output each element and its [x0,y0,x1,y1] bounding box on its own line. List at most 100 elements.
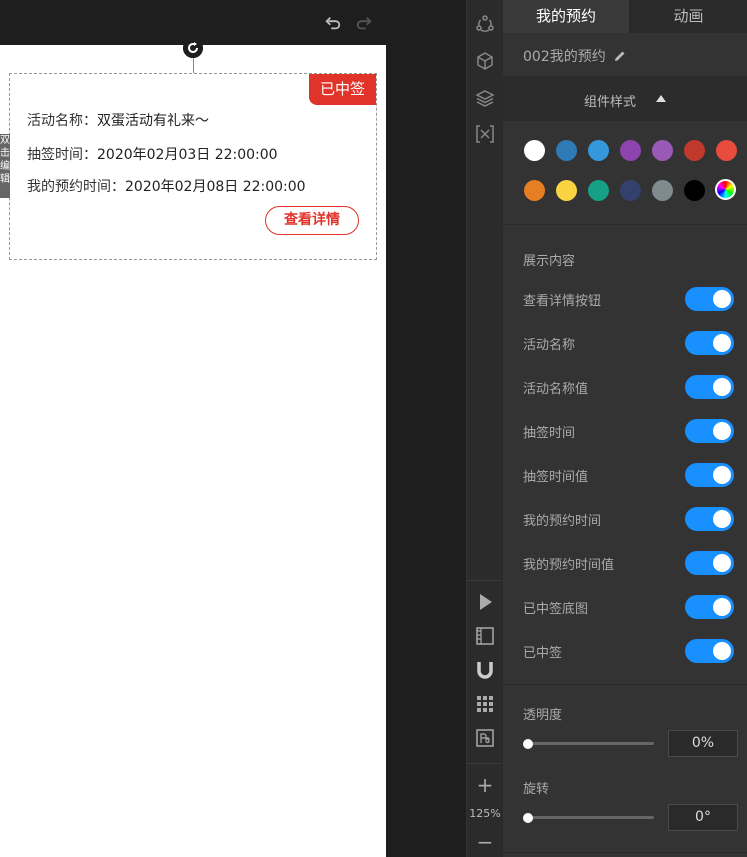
double-click-edit-tag[interactable]: 双击编辑 [0,134,10,198]
toggle-row-detail-button: 查看详情按钮 [503,278,747,322]
undo-icon[interactable] [324,14,342,32]
toggle-knob [713,422,731,440]
toggle-switch[interactable] [685,639,734,663]
share-icon[interactable] [475,14,495,34]
toggle-switch[interactable] [685,287,734,311]
layers-icon[interactable] [475,88,495,108]
toggle-label: 抽签时间值 [523,470,589,485]
toggle-label: 查看详情按钮 [523,294,602,309]
toggle-row-won-background: 已中签底图 [503,586,747,630]
toggle-label: 活动名称值 [523,382,589,397]
toggle-row-activity-name-value: 活动名称值 [503,366,747,410]
rotation-label: 旋转 [523,782,550,797]
component-style-label: 组件样式 [584,95,637,110]
rotation-slider[interactable] [528,816,654,819]
toggle-switch[interactable] [685,595,734,619]
variable-icon[interactable] [475,124,495,144]
rotation-slider-thumb[interactable] [523,813,533,823]
canvas-area: 已中签 活动名称：双蛋活动有礼来～ 抽签时间：2020年02月03日 22:00… [0,0,466,857]
toggle-label: 已中签 [523,646,563,661]
component-name-row: 002我的预约 [503,33,747,77]
toggle-switch[interactable] [685,551,734,575]
toggle-knob [713,554,731,572]
reservation-time-label: 我的预约时间： [27,179,125,195]
toolbar-divider [467,763,503,764]
toggle-row-reservation-time-value: 我的预约时间值 [503,542,747,586]
phone-canvas[interactable]: 已中签 活动名称：双蛋活动有礼来～ 抽签时间：2020年02月03日 22:00… [0,45,386,857]
toggle-knob [713,290,731,308]
zoom-out-button[interactable]: − [467,830,503,854]
toggle-switch[interactable] [685,507,734,531]
toggle-row-reservation-time: 我的预约时间 [503,498,747,542]
toggle-label: 我的预约时间 [523,514,602,529]
toggle-knob [713,598,731,616]
toggle-label: 已中签底图 [523,602,589,617]
toggle-label: 我的预约时间值 [523,558,615,573]
component-style-section-header[interactable]: 组件样式 [503,77,747,121]
toggle-label: 抽签时间 [523,426,576,441]
toggle-row-draw-time: 抽签时间 [503,410,747,454]
rotation-value[interactable]: 0° [668,804,738,831]
panel-tabs: 我的预约 动画 [503,0,747,33]
color-swatch[interactable] [556,180,577,201]
color-swatch[interactable] [684,180,705,201]
color-swatch[interactable] [524,180,545,201]
draw-time-label: 抽签时间： [27,147,97,163]
reservation-card[interactable]: 已中签 活动名称：双蛋活动有礼来～ 抽签时间：2020年02月03日 22:00… [9,73,377,260]
pencil-icon[interactable] [613,48,627,62]
color-swatch[interactable] [652,180,673,201]
tab-my-reservation[interactable]: 我的预约 [503,0,629,33]
activity-name-value: 双蛋活动有礼来～ [97,113,209,129]
view-detail-button[interactable]: 查看详情 [265,206,359,235]
draw-time-row: 抽签时间：2020年02月03日 22:00:00 [27,144,278,164]
toggle-knob [713,466,731,484]
draw-time-value: 2020年02月03日 22:00:00 [97,147,278,163]
color-swatch[interactable] [684,140,705,161]
tab-animation[interactable]: 动画 [629,0,747,33]
component-box-icon[interactable] [475,51,495,71]
reservation-time-row: 我的预约时间：2020年02月08日 22:00:00 [27,176,306,196]
color-swatch[interactable] [620,140,641,161]
redo-icon[interactable] [355,14,373,32]
reservation-time-value: 2020年02月08日 22:00:00 [125,179,306,195]
rotate-handle-icon[interactable] [183,38,203,58]
toggle-knob [713,334,731,352]
activity-name-label: 活动名称： [27,113,97,129]
properties-panel: 我的预约 动画 002我的预约 组件样式 展示内容 查看详情按钮 活动名称 活动… [502,0,747,857]
color-swatch[interactable] [652,140,673,161]
color-swatch[interactable] [588,180,609,201]
toggle-label: 活动名称 [523,338,576,353]
activity-name-row: 活动名称：双蛋活动有礼来～ [27,110,209,130]
magnet-icon[interactable] [475,660,495,680]
color-swatch[interactable] [620,180,641,201]
toggle-row-draw-time-value: 抽签时间值 [503,454,747,498]
icon-toolbar: + 125% − [466,0,503,857]
panel-divider [503,852,747,853]
color-swatches [503,121,747,225]
color-picker-icon[interactable] [715,179,736,200]
photoshop-import-icon[interactable] [475,728,495,748]
toggle-knob [713,378,731,396]
filmstrip-icon[interactable] [475,626,495,646]
panel-divider [503,684,747,685]
opacity-slider[interactable] [528,742,654,745]
toggle-switch[interactable] [685,463,734,487]
opacity-value[interactable]: 0% [668,730,738,757]
opacity-slider-thumb[interactable] [523,739,533,749]
play-icon[interactable] [475,592,495,612]
color-swatch[interactable] [524,140,545,161]
toggle-row-won: 已中签 [503,630,747,674]
color-swatch[interactable] [588,140,609,161]
toggle-knob [713,510,731,528]
zoom-in-button[interactable]: + [467,773,503,797]
color-swatch[interactable] [716,140,737,161]
grid-icon[interactable] [475,694,495,714]
toggle-switch[interactable] [685,375,734,399]
opacity-label: 透明度 [523,708,563,723]
color-swatch[interactable] [556,140,577,161]
toggle-row-activity-name: 活动名称 [503,322,747,366]
toggle-switch[interactable] [685,419,734,443]
toggle-switch[interactable] [685,331,734,355]
display-content-title: 展示内容 [523,254,576,269]
won-badge: 已中签 [309,74,376,105]
